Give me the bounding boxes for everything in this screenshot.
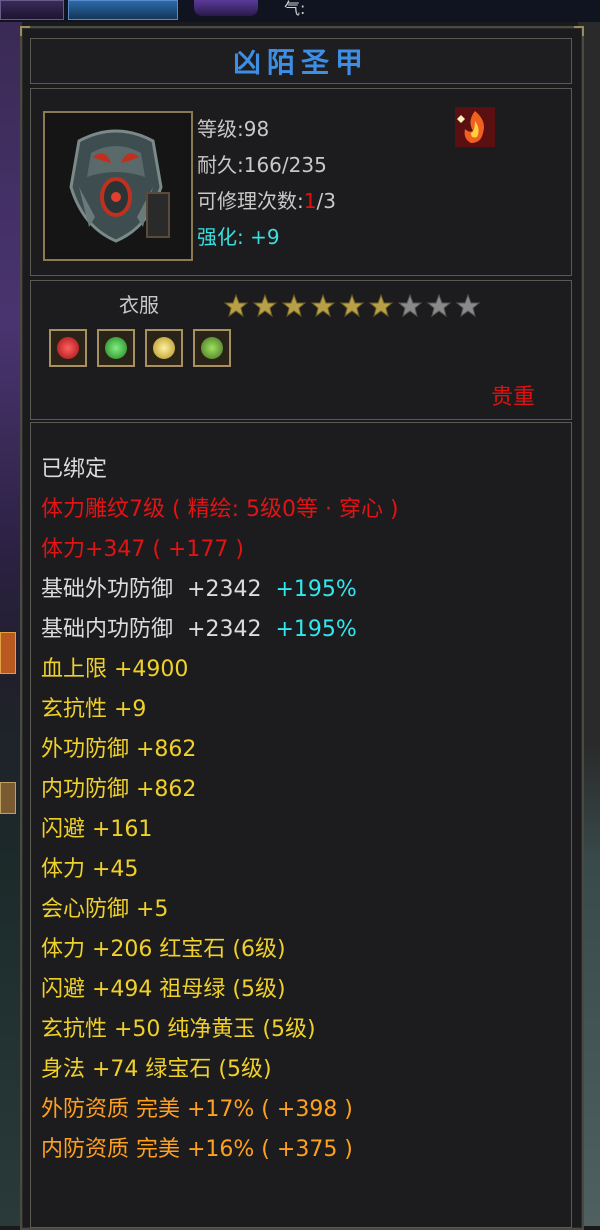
gem-attribute-line: 玄抗性 +50 纯净黄玉 (5级) [41, 1017, 316, 1042]
frame-corner [20, 26, 30, 36]
attribute-line: 外功防御 +862 [41, 737, 197, 762]
menu-tab[interactable] [194, 0, 258, 16]
gem-attribute-line: 身法 +74 绿宝石 (5级) [41, 1057, 272, 1082]
base-inner-defense: 基础内功防御 +2342 +195% [41, 611, 357, 643]
star-filled-icon [368, 293, 394, 318]
item-repair-count: 可修理次数:1/3 [197, 185, 336, 214]
item-tooltip: 凶陌圣甲 等级:98 耐久:166/235 可修理次数:1/3 强化: +9 衣… [20, 26, 584, 1230]
attribute-list: 已绑定 体力雕纹7级 ( 精绘: 5级0等 · 穿心 ) 体力+347 ( +1… [30, 422, 572, 1228]
frame-corner [574, 26, 584, 36]
repair-label: 可修理次数: [197, 189, 304, 213]
attr-percent: +195% [275, 577, 357, 602]
item-durability: 耐久:166/235 [197, 153, 327, 177]
star-filled-icon [223, 293, 249, 318]
equip-slot-label: 衣服 [119, 293, 159, 317]
quality-line: 外防资质 完美 +17% ( +398 ) [41, 1097, 353, 1122]
star-filled-icon [339, 293, 365, 318]
side-tab[interactable] [0, 782, 16, 814]
item-enhance-level: 强化: +9 [197, 225, 280, 249]
skill-slot-icon[interactable] [68, 0, 178, 20]
gem-attribute-line: 闪避 +494 祖母绿 (5级) [41, 977, 286, 1002]
attr-label: 基础外功防御 [41, 577, 174, 602]
star-empty-icon [397, 293, 423, 318]
attribute-line: 体力 +45 [41, 857, 139, 882]
repair-used: 1 [303, 189, 317, 213]
red-gem-icon[interactable] [49, 329, 87, 367]
repair-total: /3 [316, 189, 336, 213]
qi-label: 气: [284, 0, 306, 18]
attribute-line: 内功防御 +862 [41, 777, 197, 802]
stamina-attribute: 体力+347 ( +177 ) [41, 537, 244, 562]
attribute-line: 会心防御 +5 [41, 897, 169, 922]
green-jade-icon[interactable] [193, 329, 231, 367]
yellow-gem-icon[interactable] [145, 329, 183, 367]
attribute-line: 血上限 +4900 [41, 657, 189, 682]
socketed-gems [49, 329, 231, 367]
quality-line: 内防资质 完美 +16% ( +375 ) [41, 1137, 353, 1162]
attr-percent: +195% [275, 617, 357, 642]
gem-attribute-line: 体力 +206 红宝石 (6级) [41, 937, 286, 962]
side-tab[interactable] [0, 632, 16, 674]
item-title-bar: 凶陌圣甲 [30, 38, 572, 84]
attr-value: +2342 [187, 617, 262, 642]
skill-slot-icon[interactable] [0, 0, 64, 20]
star-empty-icon [426, 293, 452, 318]
item-info-box: 等级:98 耐久:166/235 可修理次数:1/3 强化: +9 [30, 88, 572, 276]
slot-info-box: 衣服 贵重 [30, 280, 572, 420]
base-outer-defense: 基础外功防御 +2342 +195% [41, 571, 357, 603]
game-top-bar: 气: [0, 0, 600, 22]
attribute-line: 玄抗性 +9 [41, 697, 147, 722]
star-filled-icon [252, 293, 278, 318]
attr-value: +2342 [187, 577, 262, 602]
star-empty-icon [455, 293, 481, 318]
star-filled-icon [310, 293, 336, 318]
carve-attribute: 体力雕纹7级 ( 精绘: 5级0等 · 穿心 ) [41, 497, 399, 522]
game-background-left [0, 22, 22, 1226]
armor-portrait-icon [43, 111, 193, 261]
item-name: 凶陌圣甲 [232, 46, 369, 79]
item-level: 等级:98 [197, 117, 270, 141]
bound-status: 已绑定 [41, 457, 108, 482]
attribute-line: 闪避 +161 [41, 817, 153, 842]
green-gem-icon[interactable] [97, 329, 135, 367]
fire-class-icon [455, 107, 495, 147]
star-filled-icon [281, 293, 307, 318]
item-rarity: 贵重 [490, 385, 535, 410]
star-rating [223, 293, 481, 319]
attr-label: 基础内功防御 [41, 617, 174, 642]
